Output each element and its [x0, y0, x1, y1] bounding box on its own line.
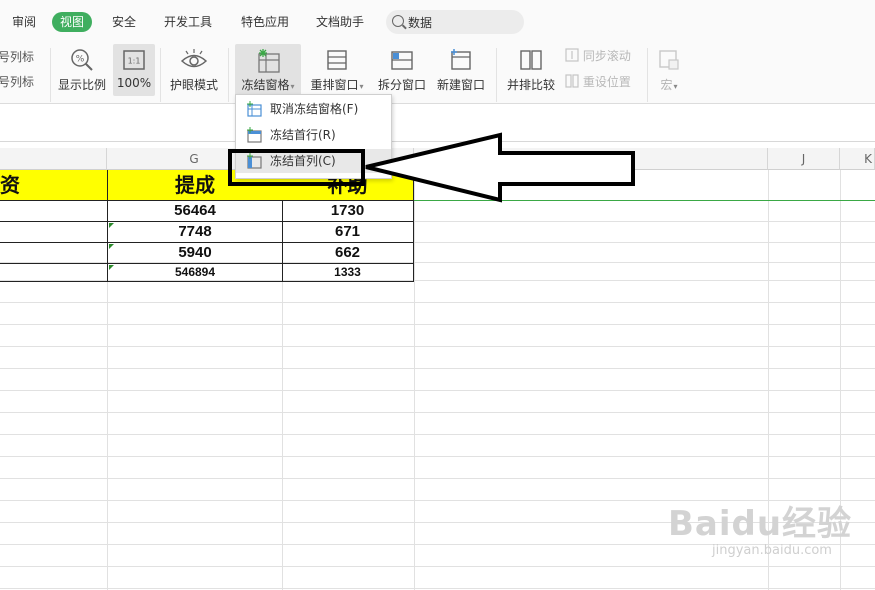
watermark-url: jingyan.baidu.com	[712, 543, 832, 558]
watermark-brand: Baidu经验	[668, 504, 853, 544]
watermark: Baidu经验 jingyan.baidu.com	[668, 496, 852, 558]
